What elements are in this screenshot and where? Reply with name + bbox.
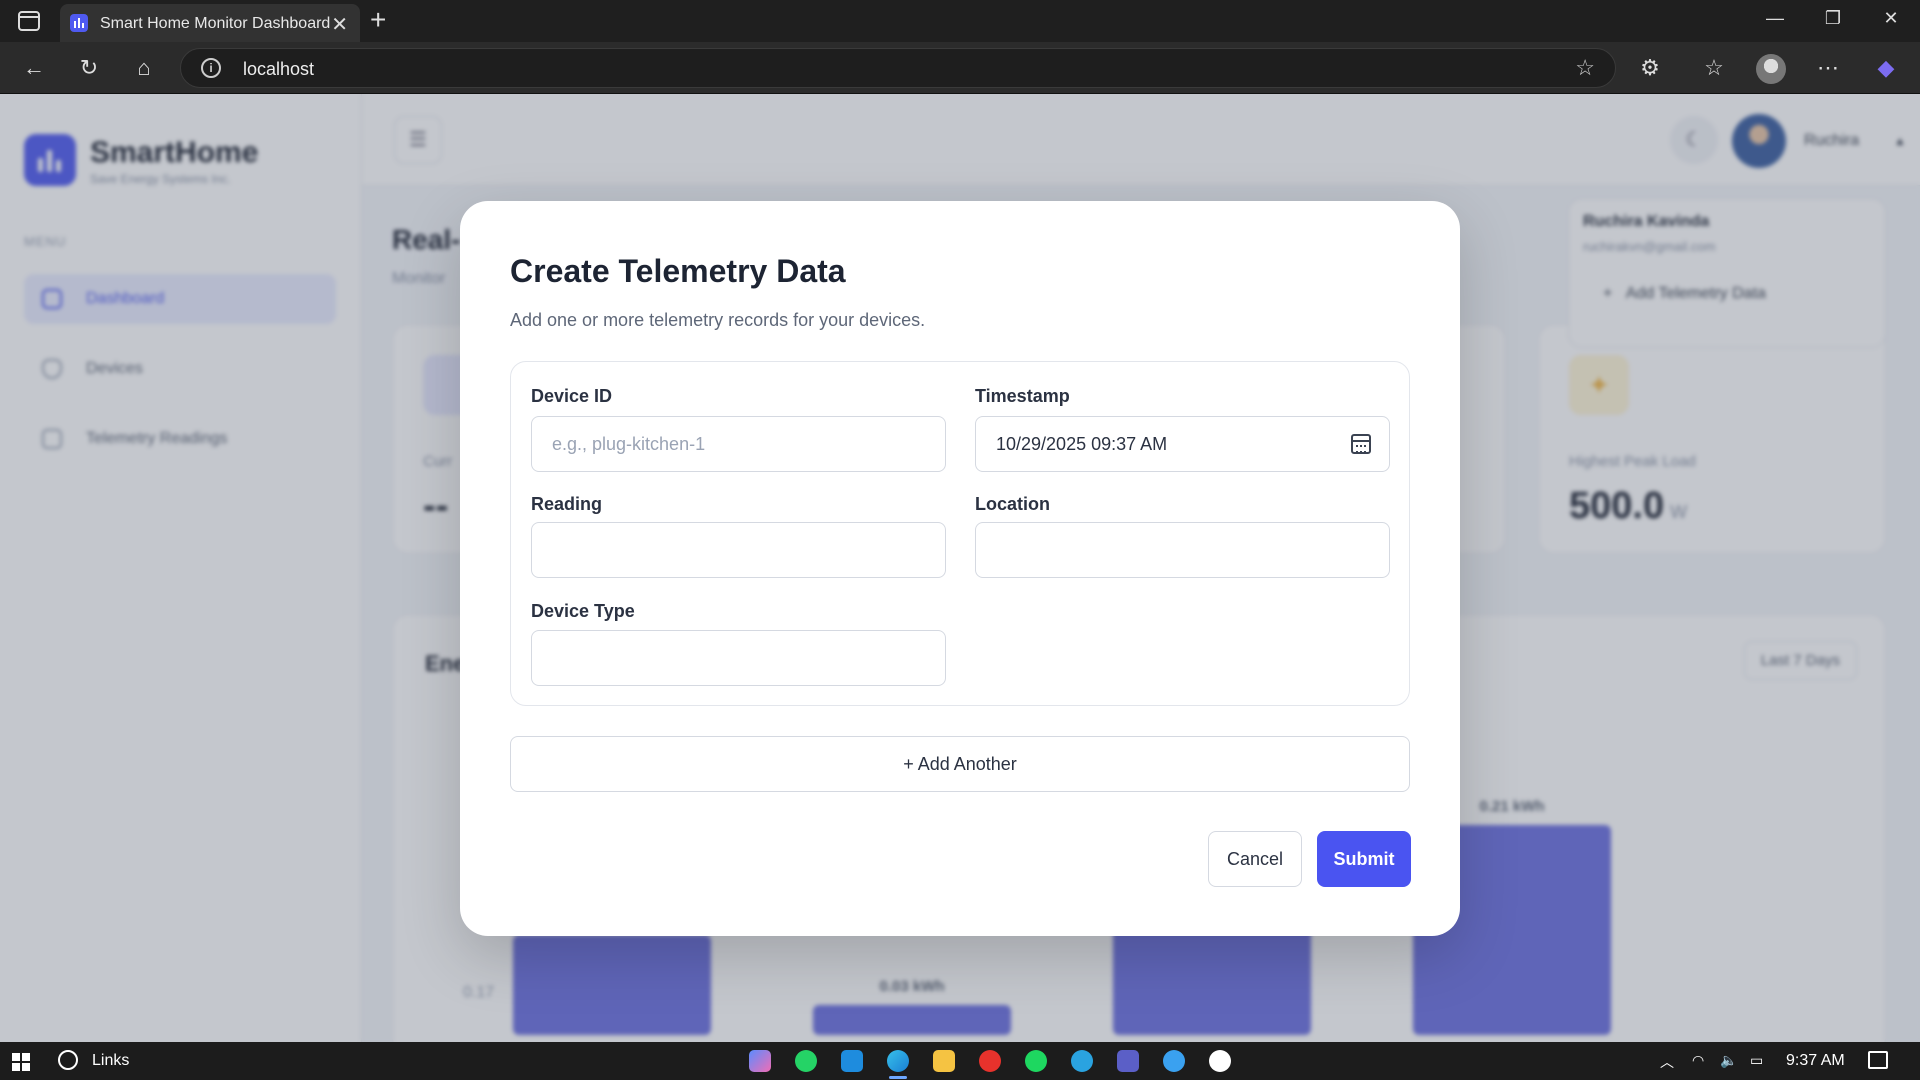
home-icon[interactable]: ⌂: [130, 54, 158, 82]
url-field[interactable]: i localhost ☆: [180, 48, 1616, 88]
edge-icon[interactable]: [887, 1050, 909, 1079]
new-tab-icon[interactable]: +: [370, 6, 386, 34]
device-type-input[interactable]: [531, 630, 946, 686]
tab-actions-icon[interactable]: [16, 9, 44, 33]
browser-tabbar: Smart Home Monitor Dashboard ✕ + — ❐ ✕: [0, 0, 1920, 42]
windows-start-icon[interactable]: [12, 1053, 30, 1071]
timestamp-value: 10/29/2025 09:37 AM: [996, 434, 1168, 454]
telegram-icon[interactable]: [1071, 1050, 1093, 1072]
whatsapp-icon[interactable]: [795, 1050, 817, 1072]
reading-input[interactable]: [531, 522, 946, 578]
site-info-icon[interactable]: i: [201, 58, 221, 78]
tab-title: Smart Home Monitor Dashboard: [100, 15, 331, 32]
calendar-icon[interactable]: [1351, 434, 1371, 454]
device-id-label: Device ID: [531, 386, 613, 406]
more-icon[interactable]: ⋯: [1814, 54, 1842, 82]
restore-icon[interactable]: ❐: [1818, 8, 1848, 29]
modal-title: Create Telemetry Data: [510, 253, 846, 289]
notification-icon[interactable]: [1868, 1051, 1888, 1069]
telemetry-record: Device ID Timestamp 10/29/2025 09:37 AM …: [510, 361, 1410, 706]
address-bar-row: ← ↻ ⌂ i localhost ☆ ⚙ ☆ ⋯ ◆: [0, 42, 1920, 94]
search-icon[interactable]: [58, 1050, 78, 1070]
volume-icon[interactable]: 🔈: [1720, 1052, 1737, 1069]
browser-tab[interactable]: Smart Home Monitor Dashboard ✕: [60, 4, 360, 42]
copilot-icon[interactable]: ◆: [1872, 54, 1900, 82]
cancel-button[interactable]: Cancel: [1208, 831, 1302, 887]
favorite-star-icon[interactable]: ☆: [1575, 55, 1595, 81]
minimize-icon[interactable]: —: [1760, 8, 1790, 29]
taskbar-links[interactable]: Links: [92, 1052, 129, 1070]
windows-taskbar: Links ︿ ◠ 🔈 ▭ 9:37 AM: [0, 1042, 1920, 1080]
tray-chevron-icon[interactable]: ︿: [1660, 1052, 1674, 1072]
device-id-input[interactable]: [531, 416, 946, 472]
file-explorer-icon[interactable]: [933, 1050, 955, 1072]
vscode-icon[interactable]: [841, 1050, 863, 1072]
modal-description: Add one or more telemetry records for yo…: [510, 310, 926, 330]
add-another-button[interactable]: + Add Another: [510, 736, 1410, 792]
teams-icon[interactable]: [1117, 1050, 1139, 1072]
battery-icon[interactable]: ▭: [1750, 1052, 1763, 1069]
timestamp-label: Timestamp: [975, 386, 1070, 406]
wifi-icon[interactable]: ◠: [1692, 1052, 1704, 1069]
extensions-icon[interactable]: ⚙: [1636, 54, 1664, 82]
youtube-icon[interactable]: [979, 1050, 1001, 1072]
profile-avatar[interactable]: [1756, 54, 1786, 84]
close-window-icon[interactable]: ✕: [1876, 8, 1906, 29]
chart-favicon-icon: [70, 14, 88, 32]
submit-button[interactable]: Submit: [1317, 831, 1411, 887]
location-label: Location: [975, 494, 1050, 514]
device-type-label: Device Type: [531, 601, 635, 621]
back-icon[interactable]: ←: [20, 54, 48, 82]
spotify-icon[interactable]: [1025, 1050, 1047, 1072]
clock-time[interactable]: 9:37 AM: [1786, 1052, 1845, 1070]
reading-label: Reading: [531, 494, 603, 514]
location-input[interactable]: [975, 522, 1390, 578]
app-icon[interactable]: [1209, 1050, 1231, 1072]
favorites-icon[interactable]: ☆: [1700, 54, 1728, 82]
url-text: localhost: [243, 59, 315, 79]
cloud-app-icon[interactable]: [1163, 1050, 1185, 1072]
create-telemetry-modal: Create Telemetry Data Add one or more te…: [460, 201, 1460, 936]
timestamp-input[interactable]: 10/29/2025 09:37 AM: [975, 416, 1390, 472]
tab-close-icon[interactable]: ✕: [331, 12, 348, 37]
copilot-app-icon[interactable]: [749, 1050, 771, 1072]
refresh-icon[interactable]: ↻: [75, 54, 103, 82]
